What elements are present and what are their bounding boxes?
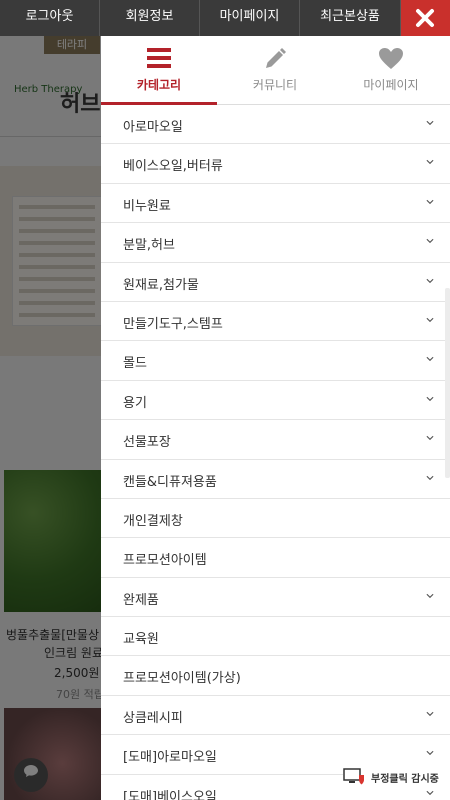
category-item[interactable]: 프로모션아이템: [101, 538, 450, 578]
category-item[interactable]: 분말,허브: [101, 223, 450, 263]
category-label: [도매]아로마오일: [123, 750, 217, 766]
chevron-down-icon[interactable]: [426, 474, 434, 482]
pencil-icon: [217, 47, 333, 71]
category-label: 아로마오일: [123, 120, 183, 135]
recent-products-link[interactable]: 최근본상품: [300, 0, 401, 36]
close-button[interactable]: [401, 0, 450, 36]
chevron-down-icon[interactable]: [426, 198, 434, 206]
category-label: 교육원: [123, 632, 159, 648]
category-item[interactable]: 만들기도구,스템프: [101, 302, 450, 342]
category-label: 분말,허브: [123, 238, 175, 254]
category-item[interactable]: 용기: [101, 381, 450, 421]
menu-tabs: 카테고리 커뮤니티 마이페이지: [101, 36, 450, 105]
category-label: 프로모션아이템(가상): [123, 671, 241, 687]
category-item[interactable]: 아로마오일: [101, 105, 450, 145]
category-label: 만들기도구,스템프: [123, 316, 223, 332]
click-monitor-badge: 부정클릭 감시중: [343, 766, 450, 788]
chevron-down-icon[interactable]: [426, 395, 434, 403]
category-label: 몰드: [123, 356, 147, 372]
category-label: 캔들&디퓨져용품: [123, 474, 217, 490]
category-item[interactable]: 비누원료: [101, 184, 450, 224]
badge-label: 부정클릭 감시중: [371, 773, 439, 785]
menu-icon: [101, 47, 217, 71]
chevron-down-icon[interactable]: [426, 158, 434, 166]
category-label: [도매]베이스오일: [123, 789, 217, 800]
category-label: 원재료,첨가물: [123, 277, 199, 293]
my-page-link[interactable]: 마이페이지: [200, 0, 300, 36]
chevron-down-icon[interactable]: [426, 119, 434, 127]
category-item[interactable]: 캔들&디퓨져용품: [101, 460, 450, 499]
tab-label: 카테고리: [136, 78, 182, 92]
logout-link[interactable]: 로그아웃: [0, 0, 100, 36]
tab-my-page[interactable]: 마이페이지: [333, 36, 449, 105]
category-item[interactable]: 상큼레시피: [101, 696, 450, 736]
category-label: 용기: [123, 395, 147, 411]
tab-label: 커뮤니티: [252, 78, 298, 92]
chevron-down-icon[interactable]: [426, 277, 434, 285]
category-item[interactable]: 개인결제창: [101, 499, 450, 539]
category-list: 아로마오일베이스오일,버터류비누원료분말,허브원재료,첨가물만들기도구,스템프몰…: [101, 105, 450, 800]
chevron-down-icon[interactable]: [426, 749, 434, 757]
category-item[interactable]: 원재료,첨가물: [101, 263, 450, 302]
chevron-down-icon[interactable]: [426, 592, 434, 600]
category-label: 선물포장: [123, 435, 171, 451]
member-info-link[interactable]: 회원정보: [100, 0, 200, 36]
chevron-down-icon[interactable]: [426, 355, 434, 363]
category-item[interactable]: 베이스오일,버터류: [101, 144, 450, 184]
category-item[interactable]: 몰드: [101, 341, 450, 381]
side-menu: 카테고리 커뮤니티 마이페이지 아로마오일베이스오일,버터류비누원료분말,허브원…: [101, 36, 450, 800]
chevron-down-icon[interactable]: [426, 237, 434, 245]
tab-community[interactable]: 커뮤니티: [217, 36, 333, 105]
category-label: 비누원료: [123, 198, 171, 214]
chevron-down-icon[interactable]: [426, 789, 434, 797]
category-item[interactable]: 교육원: [101, 617, 450, 657]
close-icon: [416, 9, 434, 27]
tab-category[interactable]: 카테고리: [101, 36, 217, 105]
top-nav: 로그아웃 회원정보 마이페이지 최근본상품: [0, 0, 450, 36]
chevron-down-icon[interactable]: [426, 434, 434, 442]
shield-monitor-icon: [343, 768, 364, 785]
scrollbar[interactable]: [445, 288, 450, 478]
category-label: 개인결제창: [123, 513, 183, 529]
category-item[interactable]: 프로모션아이템(가상): [101, 656, 450, 696]
category-label: 상큼레시피: [123, 710, 183, 726]
chevron-down-icon[interactable]: [426, 316, 434, 324]
category-label: 완제품: [123, 592, 159, 608]
category-label: 프로모션아이템: [123, 553, 207, 569]
category-item[interactable]: 선물포장: [101, 420, 450, 460]
category-item[interactable]: 완제품: [101, 578, 450, 618]
chevron-down-icon[interactable]: [426, 710, 434, 718]
heart-icon: [333, 47, 449, 71]
category-label: 베이스오일,버터류: [123, 159, 223, 175]
tab-label: 마이페이지: [363, 78, 419, 92]
